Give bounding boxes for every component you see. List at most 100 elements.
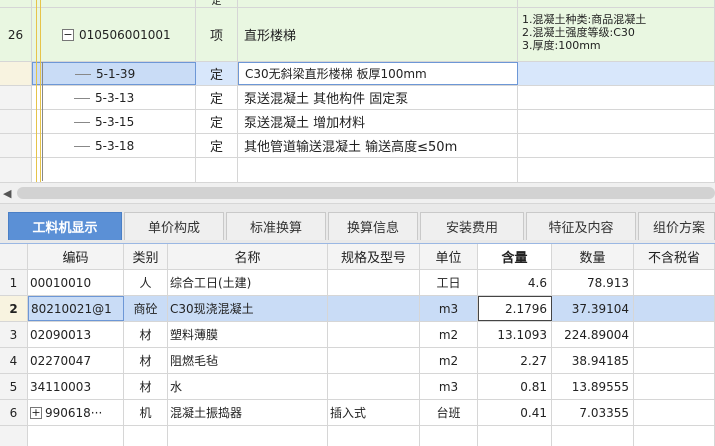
column-header[interactable]: 含量 bbox=[478, 244, 552, 269]
cell-tax-excluded[interactable] bbox=[634, 322, 715, 347]
column-header[interactable]: 编码 bbox=[28, 244, 124, 269]
cell-name[interactable]: 塑料薄膜 bbox=[168, 322, 328, 347]
cell-code[interactable]: 02090013 bbox=[28, 322, 124, 347]
cell-quantity[interactable]: 78.913 bbox=[552, 270, 634, 295]
cell-spec[interactable]: 插入式 bbox=[328, 400, 420, 425]
tree-guide-line bbox=[36, 0, 37, 182]
cell-category[interactable]: 商砼 bbox=[124, 296, 168, 321]
tree-row-type: 定 bbox=[196, 110, 238, 133]
tree-row-features: 1.混凝土种类:商品混凝土 2.混凝土强度等级:C30 3.厚度:100mm bbox=[518, 8, 715, 61]
cell-spec[interactable] bbox=[328, 296, 420, 321]
cell-quantity[interactable]: 37.39104 bbox=[552, 296, 634, 321]
cell-code[interactable]: + 990618··· bbox=[28, 400, 124, 425]
tab-pricing-scheme[interactable]: 组价方案 bbox=[638, 212, 715, 240]
column-header[interactable]: 名称 bbox=[168, 244, 328, 269]
quota-tree-grid: 定 26 − 010506001001 项 直形楼梯 1.混凝土种类:商品混凝土… bbox=[0, 0, 715, 182]
tree-row-code: 5-1-39 bbox=[32, 62, 196, 85]
cell-tax-excluded[interactable] bbox=[634, 270, 715, 295]
cell-spec[interactable] bbox=[328, 322, 420, 347]
cell-content-qty[interactable]: 2.27 bbox=[478, 348, 552, 373]
tree-row-quota[interactable]: 5-3-13 定 泵送混凝土 其他构件 固定泵 bbox=[0, 86, 715, 110]
cell-tax-excluded[interactable] bbox=[634, 374, 715, 399]
cell-category[interactable]: 材 bbox=[124, 348, 168, 373]
cell-content-qty-editing[interactable]: 2.1796 bbox=[478, 296, 552, 321]
tab-installation-fees[interactable]: 安装费用 bbox=[420, 212, 524, 240]
cell-name[interactable]: 水 bbox=[168, 374, 328, 399]
column-header[interactable]: 数量 bbox=[552, 244, 634, 269]
cell-category[interactable]: 机 bbox=[124, 400, 168, 425]
cell-spec[interactable] bbox=[328, 374, 420, 399]
cell-code[interactable]: 80210021@1 bbox=[28, 296, 124, 321]
cell-tax-excluded[interactable] bbox=[634, 348, 715, 373]
column-header[interactable]: 单位 bbox=[420, 244, 478, 269]
row-index: 3 bbox=[0, 322, 28, 347]
tree-row-name[interactable]: C30无斜梁直形楼梯 板厚100mm bbox=[238, 62, 518, 85]
tab-unit-price-composition[interactable]: 单价构成 bbox=[124, 212, 224, 240]
scrollbar-thumb[interactable] bbox=[17, 187, 715, 199]
tree-row-type: 定 bbox=[196, 0, 238, 7]
row-index: 1 bbox=[0, 270, 28, 295]
tree-row-code: 5-3-13 bbox=[32, 86, 196, 109]
column-header[interactable]: 不含税省 bbox=[634, 244, 715, 269]
tree-row-quota-selected[interactable]: 5-1-39 定 C30无斜梁直形楼梯 板厚100mm bbox=[0, 62, 715, 86]
tree-row-quota[interactable]: 5-3-15 定 泵送混凝土 增加材料 bbox=[0, 110, 715, 134]
tree-row-code: 5-3-15 bbox=[32, 110, 196, 133]
cell-name[interactable]: 混凝土振捣器 bbox=[168, 400, 328, 425]
cell-unit[interactable]: m3 bbox=[420, 374, 478, 399]
cell-category[interactable]: 材 bbox=[124, 374, 168, 399]
scroll-left-icon[interactable]: ◀ bbox=[3, 187, 11, 200]
tab-conversion-info[interactable]: 换算信息 bbox=[328, 212, 418, 240]
row-index: 4 bbox=[0, 348, 28, 373]
cell-tax-excluded[interactable] bbox=[634, 400, 715, 425]
cell-unit[interactable]: 工日 bbox=[420, 270, 478, 295]
cell-name[interactable]: 综合工日(土建) bbox=[168, 270, 328, 295]
cell-code[interactable]: 34110003 bbox=[28, 374, 124, 399]
tree-row-item[interactable]: 26 − 010506001001 项 直形楼梯 1.混凝土种类:商品混凝土 2… bbox=[0, 8, 715, 62]
cell-quantity[interactable]: 7.03355 bbox=[552, 400, 634, 425]
table-row[interactable]: 5 34110003 材 水 m3 0.81 13.89555 bbox=[0, 374, 715, 400]
tree-row-partial[interactable]: 定 bbox=[0, 0, 715, 8]
row-index: 6 bbox=[0, 400, 28, 425]
feature-line: 2.混凝土强度等级:C30 bbox=[522, 26, 635, 39]
cell-code[interactable]: 02270047 bbox=[28, 348, 124, 373]
table-row[interactable]: 4 02270047 材 阻燃毛毡 m2 2.27 38.94185 bbox=[0, 348, 715, 374]
cell-content-qty[interactable]: 13.1093 bbox=[478, 322, 552, 347]
cell-code-text: 990618··· bbox=[45, 405, 103, 420]
tree-row-type: 项 bbox=[196, 8, 238, 61]
table-row[interactable]: 3 02090013 材 塑料薄膜 m2 13.1093 224.89004 bbox=[0, 322, 715, 348]
cell-category[interactable]: 材 bbox=[124, 322, 168, 347]
tab-standard-conversion[interactable]: 标准换算 bbox=[226, 212, 326, 240]
cell-content-qty[interactable]: 0.41 bbox=[478, 400, 552, 425]
table-row-empty bbox=[0, 426, 715, 446]
table-row-selected[interactable]: 2 80210021@1 商砼 C30现浇混凝土 m3 2.1796 37.39… bbox=[0, 296, 715, 322]
table-row[interactable]: 1 00010010 人 综合工日(土建) 工日 4.6 78.913 bbox=[0, 270, 715, 296]
tree-row-quota[interactable]: 5-3-18 定 其他管道输送混凝土 输送高度≤50m bbox=[0, 134, 715, 158]
cell-unit[interactable]: m2 bbox=[420, 322, 478, 347]
column-header[interactable]: 规格及型号 bbox=[328, 244, 420, 269]
tree-row-empty bbox=[0, 158, 715, 182]
cell-tax-excluded[interactable] bbox=[634, 296, 715, 321]
collapse-icon[interactable]: − bbox=[62, 28, 74, 41]
column-header[interactable]: 类别 bbox=[124, 244, 168, 269]
expand-icon[interactable]: + bbox=[30, 406, 42, 419]
cell-spec[interactable] bbox=[328, 348, 420, 373]
cell-quantity[interactable]: 38.94185 bbox=[552, 348, 634, 373]
cell-quantity[interactable]: 224.89004 bbox=[552, 322, 634, 347]
cell-unit[interactable]: 台班 bbox=[420, 400, 478, 425]
cell-content-qty[interactable]: 4.6 bbox=[478, 270, 552, 295]
cell-code[interactable]: 00010010 bbox=[28, 270, 124, 295]
cell-unit[interactable]: m2 bbox=[420, 348, 478, 373]
cell-content-qty[interactable]: 0.81 bbox=[478, 374, 552, 399]
tab-features-content[interactable]: 特征及内容 bbox=[526, 212, 636, 240]
cell-name[interactable]: 阻燃毛毡 bbox=[168, 348, 328, 373]
cell-unit[interactable]: m3 bbox=[420, 296, 478, 321]
cell-name[interactable]: C30现浇混凝土 bbox=[168, 296, 328, 321]
tree-row-code: 010506001001 bbox=[79, 27, 171, 42]
cell-category[interactable]: 人 bbox=[124, 270, 168, 295]
feature-line: 1.混凝土种类:商品混凝土 bbox=[522, 13, 647, 26]
cell-quantity[interactable]: 13.89555 bbox=[552, 374, 634, 399]
table-row[interactable]: 6 + 990618··· 机 混凝土振捣器 插入式 台班 0.41 7.033… bbox=[0, 400, 715, 426]
horizontal-scrollbar[interactable]: ◀ bbox=[0, 182, 715, 204]
tab-labor-material-machine[interactable]: 工料机显示 bbox=[8, 212, 122, 240]
cell-spec[interactable] bbox=[328, 270, 420, 295]
